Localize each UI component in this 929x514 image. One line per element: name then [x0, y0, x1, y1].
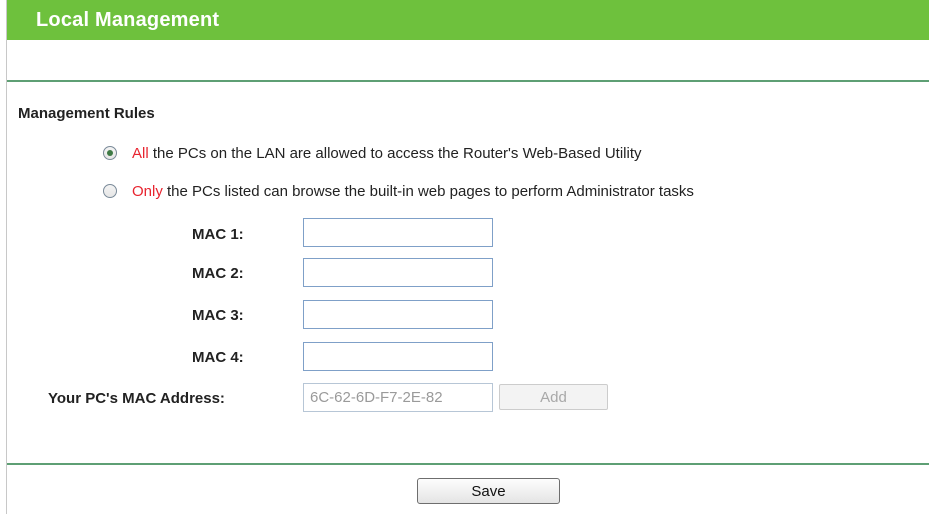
- mac-1-input[interactable]: [303, 218, 493, 247]
- mac-4-input[interactable]: [303, 342, 493, 371]
- option-all-pcs[interactable]: All the PCs on the LAN are allowed to ac…: [103, 143, 642, 163]
- top-divider: [7, 80, 929, 82]
- your-pc-mac-input: [303, 383, 493, 412]
- mac-3-input[interactable]: [303, 300, 493, 329]
- option-only-text: the PCs listed can browse the built-in w…: [162, 182, 694, 200]
- option-only-listed-label: Only the PCs listed can browse the built…: [132, 183, 694, 200]
- option-only-listed[interactable]: Only the PCs listed can browse the built…: [103, 181, 694, 201]
- radio-only-listed[interactable]: [103, 184, 117, 198]
- your-pc-mac-label: Your PC's MAC Address:: [48, 390, 225, 407]
- option-all-pcs-label: All the PCs on the LAN are allowed to ac…: [132, 145, 642, 162]
- option-all-highlight: All: [132, 144, 149, 162]
- mac-3-label: MAC 3:: [192, 307, 244, 324]
- option-only-highlight: Only: [132, 182, 163, 200]
- option-all-text: the PCs on the LAN are allowed to access…: [148, 144, 642, 162]
- bottom-divider: [7, 463, 929, 465]
- radio-all-pcs[interactable]: [103, 146, 117, 160]
- local-management-page: Local Management Management Rules All th…: [0, 0, 929, 514]
- mac-2-input[interactable]: [303, 258, 493, 287]
- management-rules-title: Management Rules: [18, 105, 155, 122]
- mac-4-label: MAC 4:: [192, 349, 244, 366]
- mac-2-label: MAC 2:: [192, 265, 244, 282]
- mac-1-label: MAC 1:: [192, 226, 244, 243]
- page-title: Local Management: [36, 9, 220, 31]
- save-button[interactable]: Save: [417, 478, 560, 504]
- header-bar: Local Management: [7, 0, 929, 40]
- add-button[interactable]: Add: [499, 384, 608, 410]
- left-border: [6, 0, 7, 514]
